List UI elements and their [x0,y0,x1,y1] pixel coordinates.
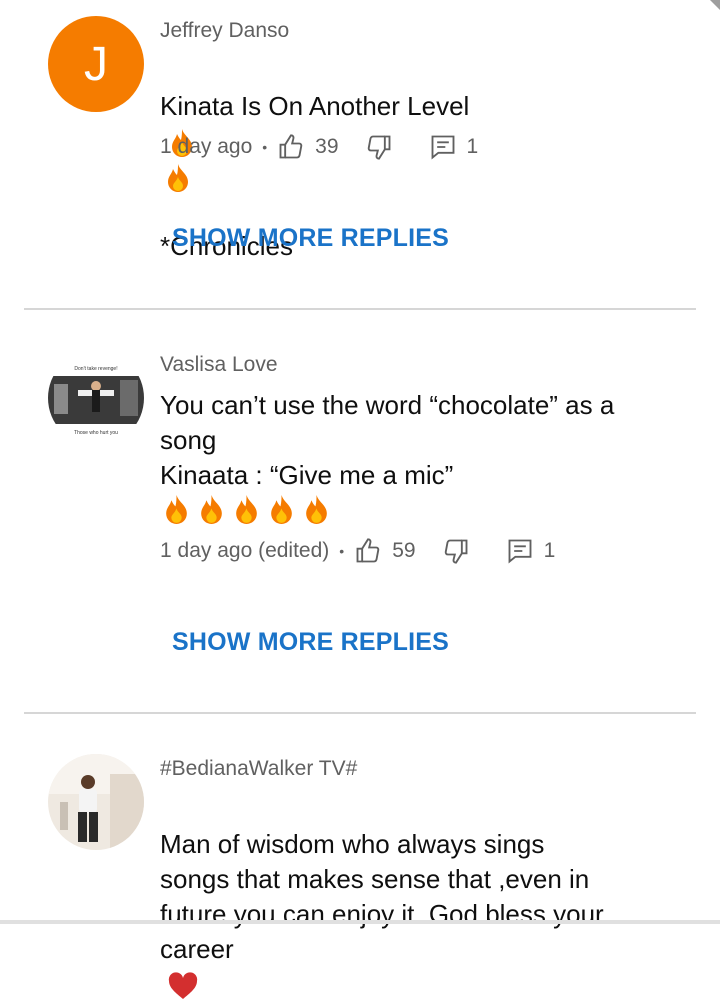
like-count: 59 [392,539,416,562]
fire-emoji [306,495,327,524]
reply-icon[interactable] [429,133,457,161]
fire-emoji [201,495,222,524]
comment-actions: 1 day ago • 39 1 [160,131,478,163]
avatar-image [48,754,144,850]
comment-actions: 1 day ago (edited) • 59 1 [160,535,555,567]
comment-author[interactable]: Vaslisa Love [160,353,278,377]
avatar-image: Don't take revenge! Those who hurt you [48,350,144,446]
comment-time: 1 day ago [160,135,253,158]
avatar[interactable] [48,754,144,850]
comment-time: 1 day ago (edited) [160,539,330,562]
show-more-replies-button[interactable]: SHOW MORE REPLIES [172,224,449,253]
bottom-edge [0,920,720,924]
fire-emoji [166,495,187,524]
avatar-caption: Those who hurt you [74,430,118,436]
show-more-replies-button[interactable]: SHOW MORE REPLIES [172,628,449,657]
divider [24,712,696,714]
comment-text-body: Man of wisdom who always sings songs tha… [160,829,604,964]
reply-icon[interactable] [506,537,534,565]
comment-author[interactable]: Jeffrey Danso [160,19,289,43]
avatar[interactable]: Don't take revenge! Those who hurt you [48,350,144,446]
avatar[interactable]: J [48,16,144,112]
emoji-row [162,494,331,525]
top-corner-indicator [710,0,720,10]
separator-dot: • [339,543,345,559]
divider [24,308,696,310]
comment-text: Man of wisdom who always sings songs tha… [160,792,670,1002]
reply-count[interactable]: 1 [467,135,479,159]
comment-text: You can’t use the word “chocolate” as a … [160,390,615,490]
comment-author[interactable]: #BedianaWalker TV# [160,757,357,781]
heart-emoji [168,972,198,1000]
fire-emoji [168,164,188,193]
thumb-down-icon[interactable] [442,537,470,565]
thumb-down-icon[interactable] [365,133,393,161]
fire-emoji [236,495,257,524]
like-count: 39 [315,135,339,158]
avatar-caption: Don't take revenge! [74,366,117,372]
comment-text-line: Kinata Is On Another Level [160,91,470,121]
thumb-up-icon[interactable] [277,133,305,161]
reply-count[interactable]: 1 [544,539,556,563]
thumb-up-icon[interactable] [354,537,382,565]
fire-emoji [271,495,292,524]
separator-dot: • [262,139,268,155]
